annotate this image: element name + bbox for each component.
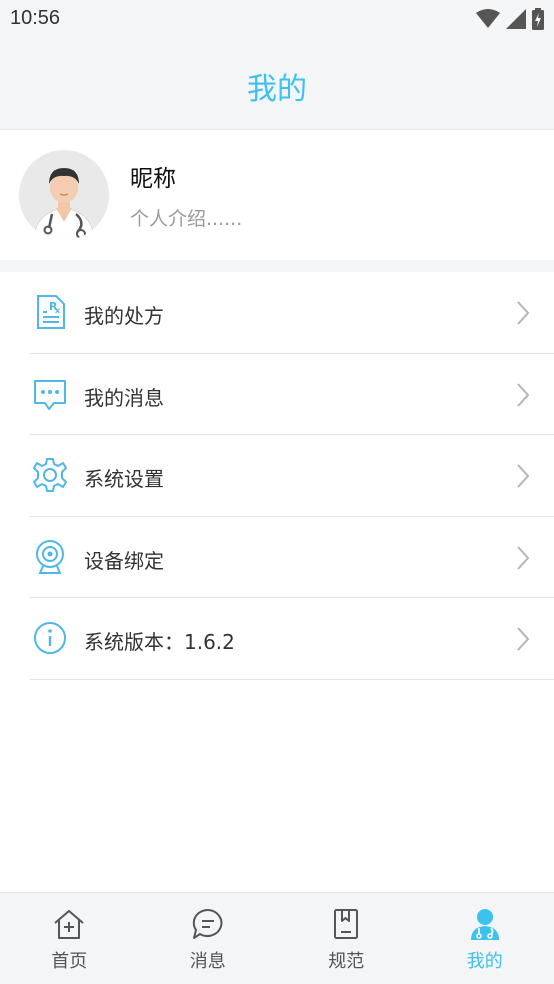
divider [30, 678, 554, 680]
doctor-avatar[interactable] [19, 150, 109, 240]
svg-text:x: x [55, 306, 61, 315]
nav-tab-guidelines[interactable]: 规范 [277, 893, 416, 984]
chat-icon [192, 908, 223, 939]
wifi-icon [476, 9, 500, 28]
chevron-right-icon [517, 301, 530, 325]
menu-label-prescriptions: 我的处方 [84, 304, 164, 328]
section-divider [0, 260, 554, 272]
nav-tab-mine[interactable]: 我的 [416, 893, 554, 984]
page-header: 我的 [0, 38, 554, 130]
bottom-nav: 首页 消息 规范 我的 [0, 892, 554, 984]
settings-menu: R x 我的处方 我的消息 系统设置 设备绑定 系统版本：1.6.2 [0, 272, 554, 680]
nav-label-mine: 我的 [466, 951, 503, 972]
doctor-avatar-icon [19, 150, 109, 240]
menu-label-system-version: 系统版本：1.6.2 [84, 630, 235, 654]
message-icon [34, 379, 66, 410]
chevron-right-icon [517, 627, 530, 651]
nickname: 昵称 [130, 166, 176, 192]
menu-item-prescriptions[interactable]: R x 我的处方 [0, 272, 554, 354]
nav-tab-messages[interactable]: 消息 [139, 893, 278, 984]
profile-card[interactable]: 昵称 个人介绍...... [0, 131, 554, 260]
menu-label-system-settings: 系统设置 [84, 467, 164, 491]
prescription-icon: R x [37, 295, 65, 329]
chevron-right-icon [517, 545, 530, 570]
nav-label-home: 首页 [51, 951, 88, 972]
nav-label-guidelines: 规范 [328, 951, 365, 972]
menu-item-system-settings[interactable]: 系统设置 [0, 435, 554, 517]
menu-label-device-binding: 设备绑定 [84, 548, 164, 573]
menu-item-system-version[interactable]: 系统版本：1.6.2 [0, 598, 554, 680]
status-bar: 10:56 [0, 0, 554, 38]
camera-device-icon [36, 539, 64, 574]
profile-intro: 个人介绍...... [130, 208, 243, 230]
status-time: 10:56 [10, 7, 61, 29]
page-title: 我的 [247, 72, 307, 107]
info-icon [34, 622, 66, 654]
menu-item-messages[interactable]: 我的消息 [0, 354, 554, 435]
nav-label-messages: 消息 [189, 951, 226, 972]
home-icon [54, 910, 84, 939]
battery-icon [532, 8, 544, 30]
chevron-right-icon [517, 382, 530, 407]
nav-tab-home[interactable]: 首页 [0, 893, 139, 984]
menu-label-messages: 我的消息 [84, 385, 164, 410]
chevron-right-icon [517, 464, 530, 488]
status-icons [476, 8, 544, 30]
signal-icon [506, 9, 526, 29]
doctor-profile-icon [470, 909, 499, 940]
menu-item-device-binding[interactable]: 设备绑定 [0, 517, 554, 598]
settings-gear-icon [33, 458, 67, 492]
guideline-book-icon [334, 909, 359, 939]
